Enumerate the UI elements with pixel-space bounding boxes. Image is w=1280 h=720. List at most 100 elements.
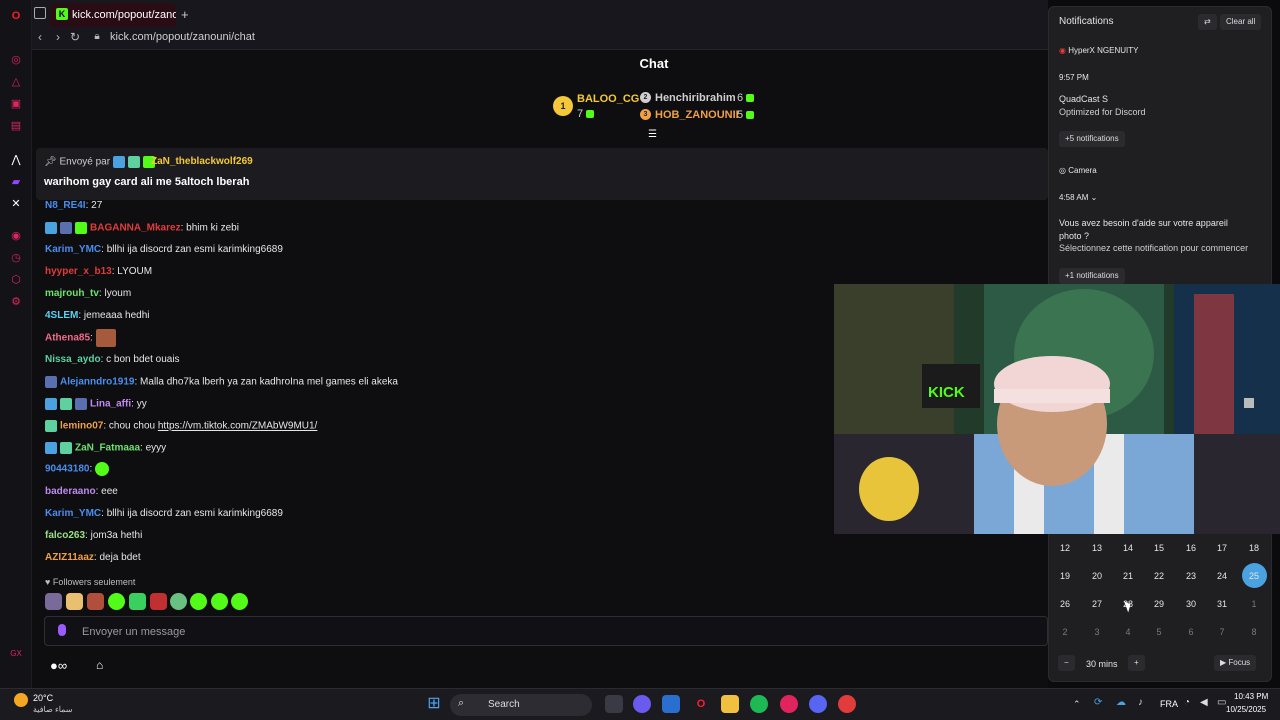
- quick-emote-icon[interactable]: [129, 593, 146, 610]
- player-icon[interactable]: ◉: [8, 228, 24, 244]
- calendar-day[interactable]: 14: [1117, 543, 1139, 553]
- clear-all-button[interactable]: Clear all: [1220, 14, 1262, 30]
- calendar-day[interactable]: 15: [1148, 543, 1170, 553]
- settings-icon[interactable]: ⚙: [8, 294, 24, 310]
- chat-username[interactable]: baderaano: [45, 486, 96, 497]
- windows-start-icon[interactable]: ⊞: [425, 695, 443, 713]
- calendar-day[interactable]: 23: [1180, 571, 1202, 581]
- calendar-day[interactable]: 13: [1086, 543, 1108, 553]
- chat-username[interactable]: Alejanndro1919: [60, 377, 134, 388]
- calendar-day[interactable]: 7: [1211, 627, 1233, 637]
- aria-icon[interactable]: △: [8, 74, 24, 90]
- gifter-3-name[interactable]: HOB_ZANOUNII: [655, 109, 739, 121]
- calendar-day[interactable]: 29: [1148, 599, 1170, 609]
- focus-increase-button[interactable]: +: [1128, 655, 1145, 671]
- more-notifications-button[interactable]: +5 notifications: [1059, 131, 1125, 147]
- message-input[interactable]: [44, 616, 1048, 646]
- notif-body[interactable]: Vous avez besoin d'aide sur votre appare…: [1059, 218, 1228, 228]
- chat-username[interactable]: ZaN_Fatmaaa: [75, 443, 140, 454]
- focus-decrease-button[interactable]: −: [1058, 655, 1075, 671]
- calendar-day[interactable]: 31: [1211, 599, 1233, 609]
- chat-username[interactable]: BAGANNA_Mkarez: [90, 223, 181, 234]
- chat-username[interactable]: lemino07: [60, 421, 103, 432]
- app-icon[interactable]: [780, 695, 798, 713]
- quick-emote-icon[interactable]: [108, 593, 125, 610]
- calendar-day[interactable]: 4: [1117, 627, 1139, 637]
- quick-emote-icon[interactable]: [211, 593, 228, 610]
- chat-username[interactable]: hyyper_x_b13: [45, 266, 112, 277]
- x-icon[interactable]: ✕: [8, 196, 24, 212]
- tab-kick-chat[interactable]: kick.com/popout/zanouni: [50, 3, 176, 27]
- mail-icon[interactable]: ▤: [8, 118, 24, 134]
- quick-emote-icon[interactable]: [150, 593, 167, 610]
- tray-chevron-icon[interactable]: ⌃: [1073, 699, 1081, 710]
- calendar-day[interactable]: 18: [1243, 543, 1265, 553]
- reload-icon[interactable]: ↻: [66, 28, 84, 46]
- quick-emote-icon[interactable]: [170, 593, 187, 610]
- chat-username[interactable]: 90443180: [45, 464, 90, 475]
- calendar-day[interactable]: 16: [1180, 543, 1202, 553]
- clock-time[interactable]: 10:43 PM: [1234, 692, 1268, 701]
- clock-date[interactable]: 10/25/2025: [1226, 705, 1266, 714]
- calendar-day[interactable]: 20: [1086, 571, 1108, 581]
- url-field[interactable]: kick.com/popout/zanouni/chat: [110, 31, 255, 43]
- taskbar-search[interactable]: Search: [450, 694, 592, 716]
- calendar-day[interactable]: 27: [1086, 599, 1108, 609]
- calendar-day[interactable]: 12: [1054, 543, 1076, 553]
- opera-logo-icon[interactable]: O: [8, 8, 24, 24]
- store-app-icon[interactable]: [662, 695, 680, 713]
- chat-username[interactable]: 4SLEM: [45, 310, 78, 321]
- gifter-2-name[interactable]: Henchiribrahim: [655, 92, 736, 104]
- weather-icon[interactable]: [14, 693, 28, 707]
- calendar-day[interactable]: 1: [1243, 599, 1265, 609]
- focus-button[interactable]: ▶ Focus: [1214, 655, 1257, 671]
- calendar-day[interactable]: 3: [1086, 627, 1108, 637]
- notif-title[interactable]: QuadCast S: [1059, 94, 1108, 104]
- quick-emote-icon[interactable]: [45, 593, 62, 610]
- back-icon[interactable]: ‹: [31, 28, 49, 46]
- calendar-day[interactable]: 17: [1211, 543, 1233, 553]
- quick-emote-icon[interactable]: [190, 593, 207, 610]
- chat-username[interactable]: Lina_affi: [90, 399, 131, 410]
- tab-menu-icon[interactable]: [34, 7, 46, 19]
- quick-emote-icon[interactable]: [231, 593, 248, 610]
- extensions-icon[interactable]: ⬡: [8, 272, 24, 288]
- calendar-day[interactable]: 24: [1211, 571, 1233, 581]
- volume-icon[interactable]: ◀: [1200, 697, 1208, 708]
- new-tab-button[interactable]: +: [181, 7, 189, 22]
- task-view-icon[interactable]: [605, 695, 623, 713]
- chat-username[interactable]: Nissa_aydo: [45, 354, 101, 365]
- calendar-day-today[interactable]: 25: [1243, 571, 1265, 581]
- kick-rail-icon[interactable]: ⋀: [8, 152, 24, 168]
- discord-icon[interactable]: [809, 695, 827, 713]
- chat-username[interactable]: falco263: [45, 530, 85, 541]
- language-indicator[interactable]: FRA: [1160, 699, 1178, 709]
- calendar-day[interactable]: 26: [1054, 599, 1076, 609]
- quick-emote-icon[interactable]: [66, 593, 83, 610]
- tray-app-icon[interactable]: ⟳: [1094, 697, 1102, 708]
- opera-gx-icon[interactable]: O: [692, 695, 710, 713]
- calendar-day[interactable]: 21: [1117, 571, 1139, 581]
- messenger-icon[interactable]: ▣: [8, 96, 24, 112]
- forward-icon[interactable]: ›: [49, 28, 67, 46]
- chat-username[interactable]: Karim_YMC: [45, 244, 101, 255]
- ai-icon[interactable]: ◎: [8, 52, 24, 68]
- chat-username[interactable]: AZIZ11aaz: [45, 552, 94, 563]
- calendar-day[interactable]: 22: [1148, 571, 1170, 581]
- calendar-day[interactable]: 5: [1148, 627, 1170, 637]
- tray-cloud-icon[interactable]: ☁: [1116, 697, 1126, 708]
- twitch-icon[interactable]: ▰: [8, 174, 24, 190]
- chat-link[interactable]: https://vm.tiktok.com/ZMAbW9MU1/: [158, 421, 317, 432]
- more-notifications-button[interactable]: +1 notifications: [1059, 268, 1125, 284]
- quick-emote-icon[interactable]: [87, 593, 104, 610]
- file-explorer-icon[interactable]: [721, 695, 739, 713]
- calendar-day[interactable]: 8: [1243, 627, 1265, 637]
- chat-username[interactable]: Athena85: [45, 333, 90, 344]
- app-icon[interactable]: [838, 695, 856, 713]
- calendar-day[interactable]: 6: [1180, 627, 1202, 637]
- weather-temp[interactable]: 20°C: [33, 693, 53, 703]
- expand-leaderboard-icon[interactable]: ☰: [648, 129, 657, 140]
- emote-picker-icon[interactable]: ●∞: [50, 658, 67, 673]
- focus-settings-icon[interactable]: ⇄: [1198, 14, 1217, 30]
- tray-mic-icon[interactable]: ♪: [1138, 697, 1143, 708]
